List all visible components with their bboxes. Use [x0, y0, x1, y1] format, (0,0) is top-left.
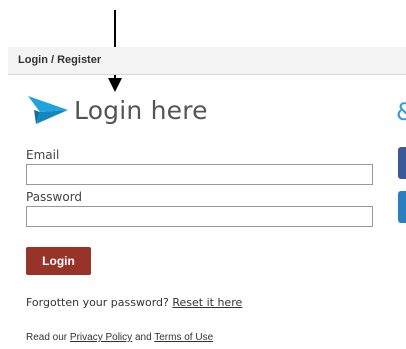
social-icon: & — [396, 100, 406, 124]
login-heading: Login here — [26, 94, 208, 126]
annotation-arrow-head — [108, 78, 122, 92]
policy-and: and — [132, 332, 155, 343]
header-bar: Login / Register — [8, 47, 406, 75]
twitter-login-button[interactable] — [398, 191, 406, 223]
email-field[interactable] — [26, 164, 373, 185]
paper-plane-icon — [28, 96, 68, 124]
password-label: Password — [26, 190, 83, 204]
forgot-password-line: Forgotten your password? Reset it here — [26, 296, 242, 309]
policy-line: Read our Privacy Policy and Terms of Use — [26, 332, 213, 343]
reset-password-link[interactable]: Reset it here — [172, 296, 242, 309]
privacy-policy-link[interactable]: Privacy Policy — [70, 332, 132, 343]
login-heading-text: Login here — [74, 95, 208, 125]
forgot-text: Forgotten your password? — [26, 296, 173, 309]
login-page: Login / Register Login here Email Passwo… — [0, 0, 406, 349]
page-title: Login / Register — [18, 54, 102, 66]
terms-of-use-link[interactable]: Terms of Use — [154, 332, 213, 343]
policy-prefix: Read our — [26, 332, 70, 343]
facebook-login-button[interactable] — [398, 147, 406, 179]
password-field[interactable] — [26, 206, 373, 227]
email-label: Email — [26, 148, 60, 162]
login-button[interactable]: Login — [26, 247, 91, 275]
